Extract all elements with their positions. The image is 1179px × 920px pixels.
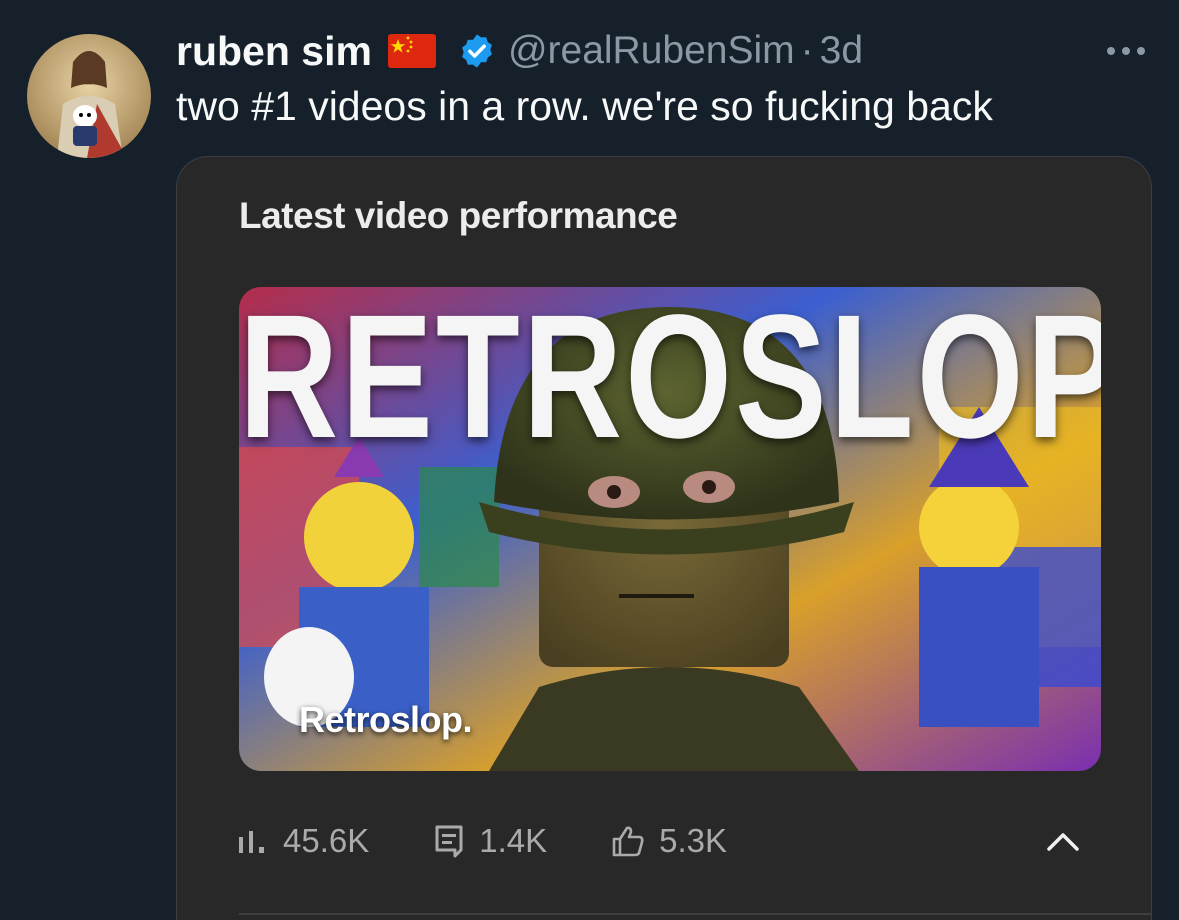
media-card[interactable]: Latest video performance RETROSLOP Retro… bbox=[176, 156, 1152, 920]
like-thumb-icon bbox=[612, 826, 644, 857]
verified-badge-icon[interactable] bbox=[458, 32, 496, 70]
thumbnail-headline: RETROSLOP bbox=[239, 287, 1101, 475]
china-flag-icon bbox=[387, 34, 436, 68]
card-divider bbox=[239, 913, 1151, 915]
more-options-icon[interactable] bbox=[1103, 38, 1149, 64]
views-stat: 45.6K bbox=[237, 822, 369, 860]
tweet-header: ruben sim @realRubenSim · 3d bbox=[176, 26, 863, 76]
separator-dot: · bbox=[800, 29, 814, 72]
tweet-time[interactable]: 3d bbox=[820, 29, 863, 73]
views-count: 45.6K bbox=[283, 822, 370, 859]
views-bar-icon bbox=[239, 831, 264, 853]
comment-icon bbox=[435, 825, 463, 858]
tweet-text: two #1 videos in a row. we're so fucking… bbox=[176, 83, 993, 129]
comments-stat: 1.4K bbox=[433, 822, 547, 860]
tweet[interactable]: ruben sim @realRubenSim · 3d two #1 vide… bbox=[0, 0, 1179, 920]
card-title: Latest video performance bbox=[239, 195, 678, 236]
video-thumbnail[interactable]: RETROSLOP Retroslop. bbox=[239, 287, 1101, 771]
author-name[interactable]: ruben sim bbox=[176, 28, 372, 75]
chevron-up-icon[interactable] bbox=[1043, 827, 1083, 857]
video-stats: 45.6K 1.4K 5.3K bbox=[237, 819, 791, 863]
author-handle[interactable]: @realRubenSim bbox=[508, 29, 795, 73]
likes-count: 5.3K bbox=[659, 822, 728, 859]
avatar[interactable] bbox=[27, 34, 151, 158]
comments-count: 1.4K bbox=[479, 822, 548, 859]
likes-stat: 5.3K bbox=[611, 822, 727, 860]
thumbnail-caption: Retroslop. bbox=[299, 699, 473, 740]
